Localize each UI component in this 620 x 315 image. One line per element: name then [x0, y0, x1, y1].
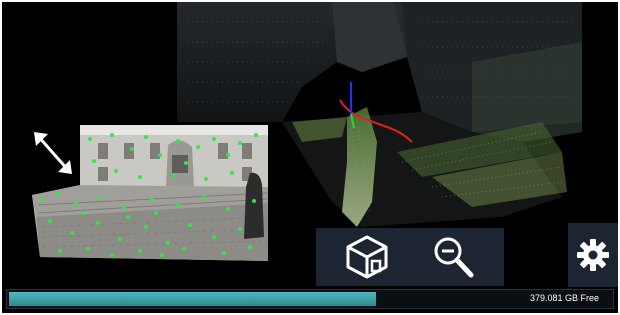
view-toolbar — [316, 228, 504, 286]
settings-button[interactable] — [568, 223, 618, 287]
scan-app-screen: 379.081 GB Free — [2, 2, 618, 313]
gear-icon — [577, 239, 609, 271]
view-cube-icon — [346, 235, 388, 279]
expand-arrows-icon[interactable] — [30, 128, 76, 178]
zoom-out-button[interactable] — [426, 232, 480, 282]
view-cube-button[interactable] — [340, 232, 394, 282]
zoom-out-icon — [434, 237, 474, 278]
storage-free-label: 379.081 GB Free — [529, 293, 599, 303]
storage-progress-fill — [9, 292, 376, 306]
storage-progress-bar: 379.081 GB Free — [6, 289, 614, 309]
